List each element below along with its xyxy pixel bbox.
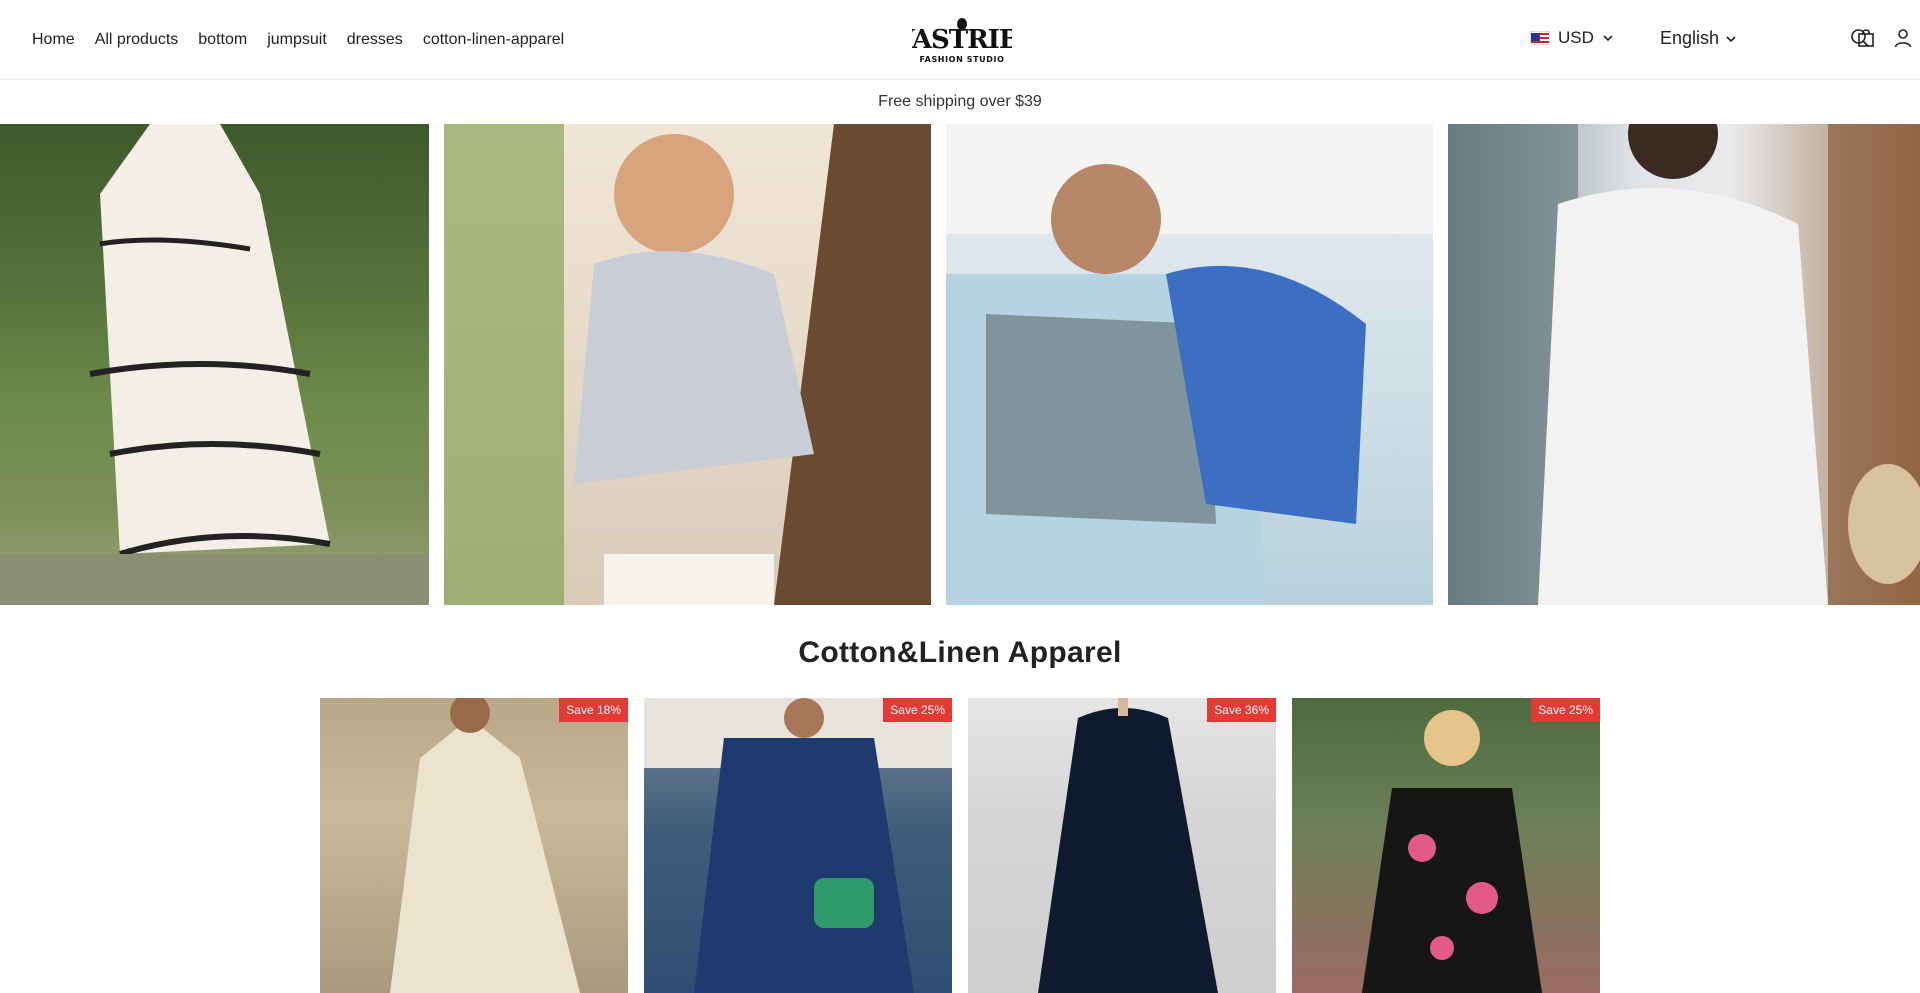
site-header: Home All products bottom jumpsuit dresse… xyxy=(0,0,1920,80)
blouse-figure-illustration xyxy=(444,124,931,605)
jeep-figure-illustration xyxy=(946,124,1433,605)
product-image xyxy=(968,698,1276,993)
brand-logo[interactable]: WASTRIBE FASHION STUDIO xyxy=(884,10,1040,68)
cart-icon xyxy=(1858,29,1874,47)
hero-image-1[interactable] xyxy=(0,124,429,605)
us-flag-icon xyxy=(1530,31,1550,45)
nav-item-bottom[interactable]: bottom xyxy=(198,31,247,49)
account-icon xyxy=(1894,29,1912,48)
discount-badge: Save 36% xyxy=(1207,698,1276,722)
announcement-bar: Free shipping over $39 xyxy=(0,80,1920,124)
nav-item-dresses[interactable]: dresses xyxy=(347,31,403,49)
language-selector[interactable]: English xyxy=(1660,28,1737,49)
language-label: English xyxy=(1660,28,1720,48)
dress-figure-illustration xyxy=(0,124,429,605)
announcement-text: Free shipping over $39 xyxy=(878,93,1042,110)
eyelet-dress-illustration xyxy=(1448,124,1920,605)
cart-button[interactable] xyxy=(1855,27,1877,49)
hero-image-4[interactable] xyxy=(1448,124,1920,605)
main-nav: Home All products bottom jumpsuit dresse… xyxy=(32,0,564,80)
nav-item-jumpsuit[interactable]: jumpsuit xyxy=(267,31,327,49)
discount-badge: Save 25% xyxy=(883,698,952,722)
nav-item-home[interactable]: Home xyxy=(32,31,75,49)
product-card[interactable]: Save 25% xyxy=(644,698,952,993)
hero-image-2[interactable] xyxy=(444,124,931,605)
chevron-down-icon xyxy=(1603,35,1613,42)
logo-mark: WASTRIBE FASHION STUDIO xyxy=(884,18,1040,64)
product-image xyxy=(1292,698,1600,993)
discount-badge: Save 18% xyxy=(559,698,628,722)
product-card[interactable]: Save 18% xyxy=(320,698,628,993)
currency-label: USD xyxy=(1558,28,1594,47)
hero-banner[interactable] xyxy=(0,124,1920,605)
account-button[interactable] xyxy=(1892,27,1914,49)
hero-image-3[interactable] xyxy=(946,124,1433,605)
product-image xyxy=(320,698,628,993)
nav-item-cotton-linen-apparel[interactable]: cotton-linen-apparel xyxy=(423,31,564,49)
product-card[interactable]: Save 36% xyxy=(968,698,1276,993)
product-card[interactable]: Save 25% xyxy=(1292,698,1600,993)
product-image xyxy=(644,698,952,993)
svg-text:FASHION STUDIO: FASHION STUDIO xyxy=(920,55,1005,64)
chevron-down-icon xyxy=(1726,35,1736,42)
discount-badge: Save 25% xyxy=(1531,698,1600,722)
product-grid: Save 18% Save 25% Save 36% Save 25% xyxy=(320,698,1600,993)
currency-selector[interactable]: USD xyxy=(1530,28,1614,48)
nav-item-all-products[interactable]: All products xyxy=(95,31,179,49)
section-title: Cotton&Linen Apparel xyxy=(798,636,1122,669)
